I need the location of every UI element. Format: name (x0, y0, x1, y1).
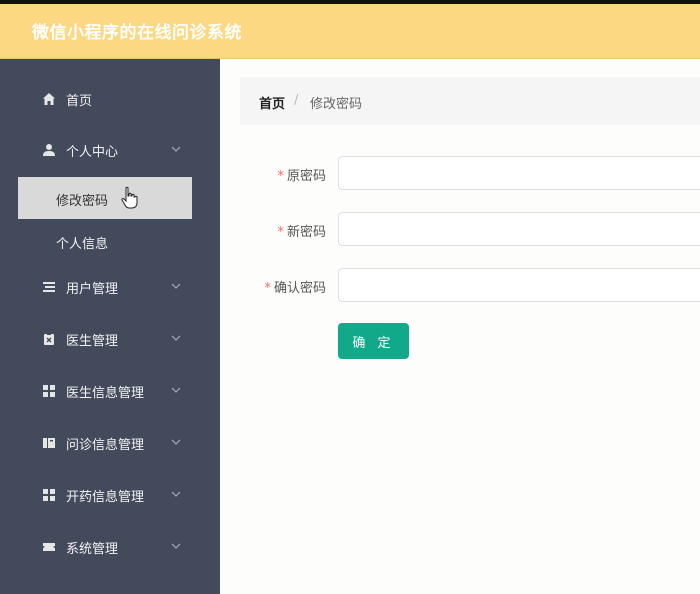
new-password-label: * 新密码 (277, 221, 326, 240)
hand-pointer-icon (121, 186, 138, 209)
app-header: 微信小程序的在线问诊系统 (0, 4, 700, 59)
sidebar-item-consultation-info-management[interactable]: 问诊信息管理 (0, 423, 220, 463)
chevron-down-icon (171, 335, 181, 341)
chevron-down-icon (171, 543, 181, 549)
field-label-text: 新密码 (286, 225, 326, 240)
list-icon (43, 282, 55, 292)
breadcrumb: 首页 / 修改密码 (240, 77, 700, 125)
home-icon (43, 93, 55, 105)
chevron-down-icon (171, 439, 181, 445)
chevron-down-icon (171, 387, 181, 393)
sidebar-item-prescription-info-management[interactable]: 开药信息管理 (0, 475, 220, 515)
sidebar-item-label: 个人中心 (66, 145, 119, 160)
new-password-input[interactable] (338, 212, 700, 246)
breadcrumb-current: 修改密码 (310, 97, 363, 112)
required-mark: * (277, 225, 284, 240)
sidebar-item-label: 系统管理 (66, 542, 119, 557)
chevron-down-icon (171, 491, 181, 497)
confirm-password-input[interactable] (338, 268, 700, 302)
sidebar-item-label: 医生管理 (66, 334, 119, 349)
chevron-down-icon (171, 283, 181, 289)
app-title: 微信小程序的在线问诊系统 (32, 23, 242, 43)
sidebar-item-doctor-management[interactable]: 医生管理 (0, 319, 220, 359)
required-mark: * (277, 169, 284, 184)
sidebar-subitem-personal-info[interactable]: 个人信息 (18, 220, 192, 262)
sidebar-subitem-label: 修改密码 (56, 194, 109, 209)
sidebar-item-label: 问诊信息管理 (66, 438, 145, 453)
old-password-input[interactable] (338, 156, 700, 190)
field-label-text: 确认密码 (273, 281, 326, 296)
sidebar-subitem-label: 个人信息 (56, 237, 109, 252)
grid-icon (43, 489, 55, 501)
sidebar-item-user-management[interactable]: 用户管理 (0, 267, 220, 307)
sidebar-item-system-management[interactable]: 系统管理 (0, 527, 220, 567)
sidebar-item-home[interactable]: 首页 (0, 79, 220, 119)
sidebar-subitem-change-password[interactable]: 修改密码 (18, 177, 192, 219)
chevron-down-icon (171, 146, 181, 152)
form-row-confirm-password: * 确认密码 (240, 268, 700, 304)
user-icon (43, 144, 55, 156)
confirm-password-label: * 确认密码 (264, 277, 326, 296)
sidebar-item-label: 首页 (66, 94, 93, 109)
grid-icon (43, 385, 55, 397)
breadcrumb-home[interactable]: 首页 (259, 93, 285, 112)
sidebar-item-doctor-info-management[interactable]: 医生信息管理 (0, 371, 220, 411)
confirm-button[interactable]: 确 定 (338, 323, 409, 359)
required-mark: * (264, 281, 271, 296)
ticket-icon (43, 543, 55, 551)
old-password-label: * 原密码 (277, 165, 326, 184)
form-row-old-password: * 原密码 (240, 156, 700, 192)
sidebar-item-label: 开药信息管理 (66, 490, 145, 505)
field-label-text: 原密码 (286, 169, 326, 184)
sidebar-item-label: 用户管理 (66, 282, 119, 297)
sidebar: 首页 个人中心 修改密码 个人信息 用户管理 医生管理 医生信息管理 问诊信息管… (0, 59, 220, 594)
form-row-new-password: * 新密码 (240, 212, 700, 248)
sidebar-item-personal-center[interactable]: 个人中心 (0, 130, 220, 170)
sidebar-item-label: 医生信息管理 (66, 386, 145, 401)
book-icon (43, 438, 55, 448)
clipboard-icon (44, 333, 54, 345)
breadcrumb-separator: / (294, 93, 299, 108)
